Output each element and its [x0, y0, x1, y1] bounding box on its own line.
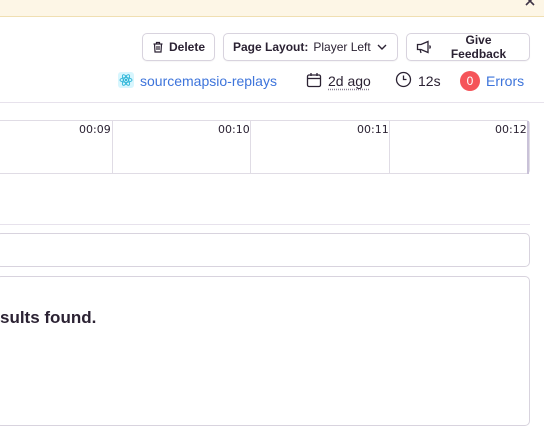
replay-timeline[interactable]: 00:09 00:10 00:11 00:12 [0, 120, 530, 174]
timeline-tick-label: 00:10 [218, 123, 250, 136]
calendar-icon [306, 72, 322, 91]
page-layout-prefix: Page Layout: [233, 40, 308, 54]
close-icon[interactable] [524, 0, 536, 6]
section-divider [0, 224, 530, 225]
react-icon [118, 72, 134, 91]
replay-date: 2d ago [306, 70, 371, 92]
errors-label: Errors [486, 73, 524, 89]
date-text: 2d ago [328, 73, 371, 89]
give-feedback-button[interactable]: Give Feedback [406, 33, 530, 61]
page-layout-value: Player Left [313, 40, 370, 54]
replay-duration: 12s [395, 70, 441, 92]
trash-icon [152, 41, 164, 53]
clock-icon [395, 71, 412, 91]
search-input[interactable] [0, 233, 530, 267]
project-name: sourcemapsio-replays [140, 73, 277, 89]
header-divider [0, 102, 544, 103]
chevron-down-icon [376, 41, 388, 53]
delete-button[interactable]: Delete [142, 33, 215, 61]
timeline-tick-label: 00:11 [357, 123, 389, 136]
delete-label: Delete [169, 40, 205, 54]
timeline-tick [112, 121, 113, 174]
page-layout-dropdown[interactable]: Page Layout: Player Left [223, 33, 398, 61]
timeline-tick-label: 00:09 [79, 123, 111, 136]
timeline-tick [389, 121, 390, 174]
error-count-badge: 0 [460, 71, 480, 91]
duration-text: 12s [418, 73, 441, 89]
give-feedback-label: Give Feedback [437, 33, 520, 61]
notice-banner [0, 0, 544, 17]
megaphone-icon [416, 40, 432, 54]
project-link[interactable]: sourcemapsio-replays [118, 70, 277, 92]
timeline-tick [250, 121, 251, 174]
results-panel [0, 276, 530, 426]
timeline-playhead[interactable] [527, 121, 529, 174]
empty-results-message: sults found. [0, 308, 96, 328]
errors-link[interactable]: 0 Errors [460, 70, 524, 92]
timeline-tick-label: 00:12 [495, 123, 527, 136]
